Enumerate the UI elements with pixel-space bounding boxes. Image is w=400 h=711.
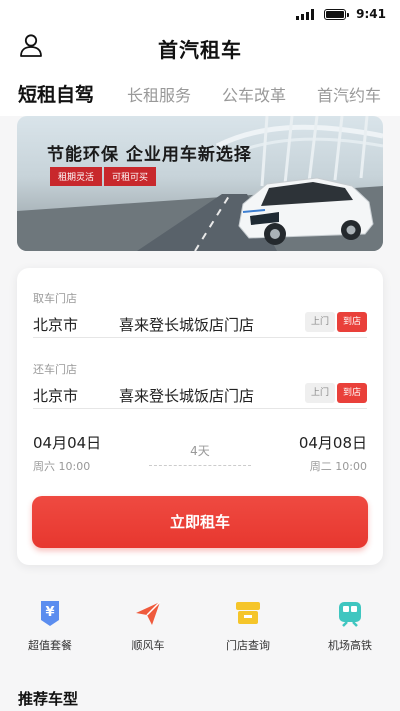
quick-link-label: 顺风车 [131, 639, 165, 652]
quick-link-ride-share[interactable]: 顺风车 [98, 598, 198, 653]
quick-link-label: 超值套餐 [28, 639, 72, 652]
rental-duration: 4天 [149, 442, 251, 466]
return-mode-toggle[interactable]: 上门 到店 [304, 383, 367, 403]
pickup-store[interactable]: 喜来登长城饭店门店 [119, 314, 254, 335]
yen-tag-icon: ¥ [41, 601, 59, 626]
pickup-weekday-time[interactable]: 周六 10:00 [33, 458, 90, 474]
return-store[interactable]: 喜来登长城饭店门店 [119, 385, 254, 406]
tab-public-car-reform[interactable]: 公车改革 [222, 82, 286, 106]
signal-icon [296, 8, 315, 20]
status-bar: 9:41 [0, 0, 400, 28]
pickup-date[interactable]: 04月04日 [33, 432, 101, 453]
banner-tag: 可租可买 [104, 167, 157, 186]
app-header: 首汽租车 [0, 28, 400, 64]
recommended-models-title: 推荐车型 [18, 690, 79, 708]
quick-link-label: 机场高铁 [328, 639, 372, 652]
svg-text:¥: ¥ [45, 605, 54, 620]
car-illustration [238, 177, 374, 245]
tab-short-term-rental[interactable]: 短租自驾 [18, 80, 94, 107]
pickup-label: 取车门店 [33, 292, 77, 305]
tab-shouqi-ride[interactable]: 首汽约车 [317, 82, 381, 106]
return-label: 还车门店 [33, 363, 77, 376]
banner-tag: 租期灵活 [50, 167, 103, 186]
quick-link-store-search[interactable]: 门店查询 [198, 598, 298, 653]
store-icon [236, 602, 260, 624]
booking-card: 取车门店 北京市 喜来登长城饭店门店 上门 到店 还车门店 北京市 喜来登长城饭… [17, 268, 383, 565]
pickup-store-row[interactable]: 北京市 喜来登长城饭店门店 上门 到店 [33, 312, 367, 338]
battery-icon [324, 8, 350, 20]
status-time: 9:41 [356, 7, 386, 21]
return-door-option[interactable]: 上门 [304, 383, 335, 403]
quick-link-label: 门店查询 [226, 639, 270, 652]
banner-headline: 节能环保 企业用车新选择 [47, 145, 252, 165]
train-icon [339, 602, 361, 627]
app-title: 首汽租车 [158, 38, 242, 62]
rent-now-button[interactable]: 立即租车 [32, 496, 368, 548]
return-store-option[interactable]: 到店 [336, 383, 367, 403]
return-city[interactable]: 北京市 [33, 385, 78, 406]
return-date[interactable]: 04月08日 [299, 432, 367, 453]
pickup-city[interactable]: 北京市 [33, 314, 78, 335]
tab-long-term-service[interactable]: 长租服务 [127, 82, 191, 106]
pickup-store-option[interactable]: 到店 [336, 312, 367, 332]
return-weekday-time[interactable]: 周二 10:00 [310, 458, 367, 474]
pickup-mode-toggle[interactable]: 上门 到店 [304, 312, 367, 332]
paper-plane-icon [136, 601, 161, 625]
service-tabs: 短租自驾 长租服务 公车改革 首汽约车 [0, 64, 400, 116]
quick-link-value-package[interactable]: ¥ 超值套餐 [0, 598, 100, 653]
pickup-door-option[interactable]: 上门 [304, 312, 335, 332]
return-store-row[interactable]: 北京市 喜来登长城饭店门店 上门 到店 [33, 383, 367, 409]
promo-banner[interactable]: 节能环保 企业用车新选择 租期灵活 可租可买 [17, 116, 383, 251]
quick-link-airport-rail[interactable]: 机场高铁 [300, 598, 400, 653]
